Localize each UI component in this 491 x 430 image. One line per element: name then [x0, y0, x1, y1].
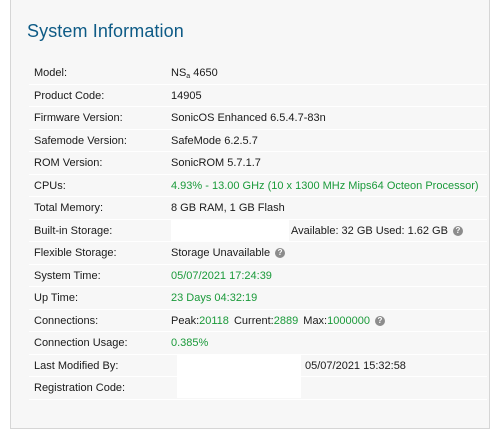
- memory-value: 8 GB RAM, 1 GB Flash: [171, 202, 285, 214]
- panel-title: System Information: [27, 21, 184, 41]
- help-icon[interactable]: ?: [452, 225, 463, 236]
- model-value: NSa 4650: [171, 67, 218, 80]
- last-modified-value: 05/07/2021 15:32:58: [305, 359, 406, 372]
- redacted-area: [177, 377, 301, 398]
- model-rest: 4650: [190, 67, 218, 79]
- product-code-label: Product Code:: [34, 89, 105, 102]
- safemode-label: Safemode Version:: [34, 134, 127, 147]
- cpus-value: 4.93% - 13.00 GHz (10 x 1300 MHz Mips64 …: [171, 179, 479, 192]
- registration-label: Registration Code:: [34, 382, 126, 394]
- row-registration: Registration Code:: [29, 377, 487, 400]
- max-value: 1000000: [327, 314, 370, 327]
- current-label: Current:: [233, 314, 274, 327]
- flexible-text: Storage Unavailable: [171, 247, 271, 259]
- model-prefix: NS: [171, 67, 187, 79]
- row-model: Model: NSa 4650: [29, 62, 487, 85]
- redacted-area: [177, 354, 301, 376]
- firmware-label: Firmware Version:: [34, 112, 123, 124]
- peak-value: 20118: [199, 314, 229, 327]
- row-safemode: Safemode Version: SafeMode 6.2.5.7: [29, 130, 487, 152]
- redacted-area: [171, 219, 289, 241]
- memory-label: Total Memory:: [34, 202, 104, 214]
- connections-label: Connections:: [34, 314, 99, 327]
- row-system-time: System Time: 05/07/2021 17:24:39: [29, 265, 487, 287]
- row-firmware: Firmware Version: SonicOS Enhanced 6.5.4…: [29, 107, 487, 130]
- system-information-panel: System Information Model: NSa 4650 Produ…: [10, 0, 490, 429]
- row-flexible-storage: Flexible Storage: Storage Unavailable?: [29, 242, 487, 265]
- connections-value: Peak:20118 Current:2889 Max:1000000?: [171, 315, 385, 327]
- model-label: Model:: [34, 67, 68, 79]
- row-last-modified: Last Modified By: 05/07/2021 15:32:58: [29, 354, 487, 377]
- row-uptime: Up Time: 23 Days 04:32:19: [29, 287, 487, 310]
- safemode-value: SafeMode 6.2.5.7: [171, 134, 258, 147]
- uptime-value: 23 Days 04:32:19: [171, 292, 258, 304]
- conn-usage-label: Connection Usage:: [34, 337, 128, 349]
- row-storage: Built-in Storage: Available: 32 GB Used:…: [29, 219, 487, 242]
- row-connection-usage: Connection Usage: 0.385%: [29, 332, 487, 355]
- info-table: Model: NSa 4650 Product Code: 14905 Firm…: [29, 62, 487, 400]
- storage-text: Available: 32 GB Used: 1.62 GB: [291, 224, 448, 237]
- help-icon[interactable]: ?: [275, 248, 286, 258]
- row-memory: Total Memory: 8 GB RAM, 1 GB Flash: [29, 197, 487, 220]
- last-modified-label: Last Modified By:: [34, 359, 119, 372]
- current-value: 2889: [273, 314, 299, 327]
- row-connections: Connections: Peak:20118 Current:2889 Max…: [29, 310, 487, 332]
- storage-label: Built-in Storage:: [34, 224, 113, 237]
- rom-label: ROM Version:: [34, 157, 103, 169]
- row-rom: ROM Version: SonicROM 5.7.1.7: [29, 152, 487, 175]
- peak-label: Peak:: [171, 314, 200, 327]
- flexible-value: Storage Unavailable?: [171, 247, 286, 259]
- system-time-label: System Time:: [34, 269, 101, 282]
- flexible-label: Flexible Storage:: [34, 247, 117, 259]
- uptime-label: Up Time:: [34, 292, 79, 304]
- rom-value: SonicROM 5.7.1.7: [171, 157, 261, 169]
- storage-value: Available: 32 GB Used: 1.62 GB?: [291, 225, 463, 237]
- product-code-value: 14905: [171, 89, 202, 102]
- row-product-code: Product Code: 14905: [29, 85, 487, 107]
- conn-usage-value: 0.385%: [171, 337, 209, 349]
- firmware-value: SonicOS Enhanced 6.5.4.7-83n: [171, 112, 326, 124]
- system-time-value: 05/07/2021 17:24:39: [171, 269, 272, 282]
- max-label: Max:: [303, 314, 328, 327]
- help-icon[interactable]: ?: [374, 315, 385, 326]
- row-cpus: CPUs: 4.93% - 13.00 GHz (10 x 1300 MHz M…: [29, 175, 487, 197]
- cpus-label: CPUs:: [34, 179, 66, 192]
